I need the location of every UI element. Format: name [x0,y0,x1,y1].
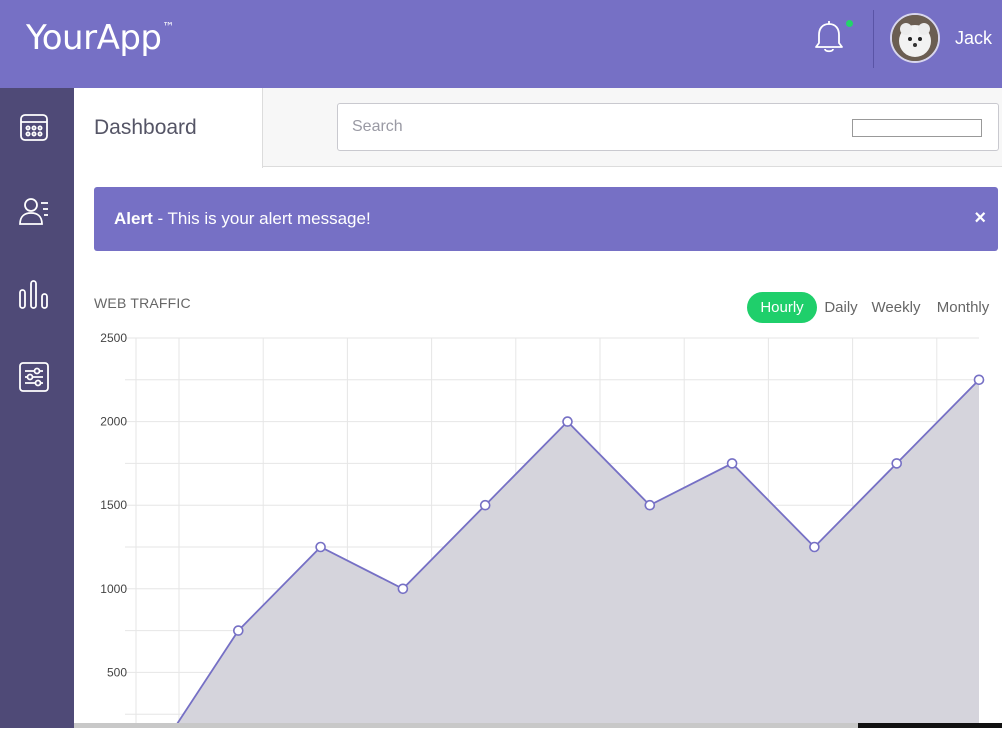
data-point [397,583,409,595]
calendar-icon[interactable] [17,110,51,144]
y-tick-label: 2000 [100,415,127,429]
user-name[interactable]: Jack [955,28,992,49]
web-traffic-chart: 500 1000 1500 2000 2500 [80,325,1002,733]
bar-chart-icon[interactable] [17,277,51,311]
tab-daily[interactable]: Daily [820,292,862,323]
chart-svg: 500 1000 1500 2000 2500 [100,331,985,733]
chart-area-fill [156,379,979,733]
search-box [337,103,999,151]
data-point [644,499,656,511]
y-tick-label: 1000 [100,582,127,596]
bell-icon[interactable] [812,20,846,56]
alert-title: Alert [114,209,153,228]
header-divider [873,10,874,68]
user-avatar[interactable] [890,13,940,63]
users-list-icon[interactable] [17,194,51,228]
web-traffic-title: WEB TRAFFIC [94,295,191,311]
notification-dot [846,20,853,27]
brand-name: YourApp [26,18,162,58]
y-tick-label: 1500 [100,498,127,512]
data-point [726,458,738,469]
data-point [233,625,244,636]
tab-hourly[interactable]: Hourly [747,292,817,323]
data-point [479,499,491,511]
data-point [315,541,326,553]
page-title: Dashboard [94,116,197,139]
top-bar: YourApp™ Jack [0,0,1002,88]
tab-weekly[interactable]: Weekly [868,292,924,323]
alert-banner: Alert - This is your alert message! × [94,187,998,251]
alert-message: - This is your alert message! [152,209,371,228]
tab-monthly[interactable]: Monthly [932,292,994,323]
data-point [891,458,903,469]
sub-header: Dashboard [74,88,1002,168]
data-point [809,541,820,553]
alert-text: Alert - This is your alert message! [114,209,371,229]
y-tick-label: 500 [107,665,127,679]
y-tick-label: 2500 [100,331,127,345]
data-point [973,374,985,386]
search-secondary-field[interactable] [852,119,982,137]
bottom-strip-dark [858,723,1002,728]
search-input[interactable] [352,114,832,140]
tab-dashboard[interactable]: Dashboard [74,88,263,168]
brand-logo[interactable]: YourApp™ [26,18,174,58]
trademark-symbol: ™ [162,19,175,34]
close-icon[interactable]: × [974,206,986,230]
sidebar [0,88,74,728]
data-point [562,416,573,427]
sliders-icon[interactable] [17,360,51,394]
